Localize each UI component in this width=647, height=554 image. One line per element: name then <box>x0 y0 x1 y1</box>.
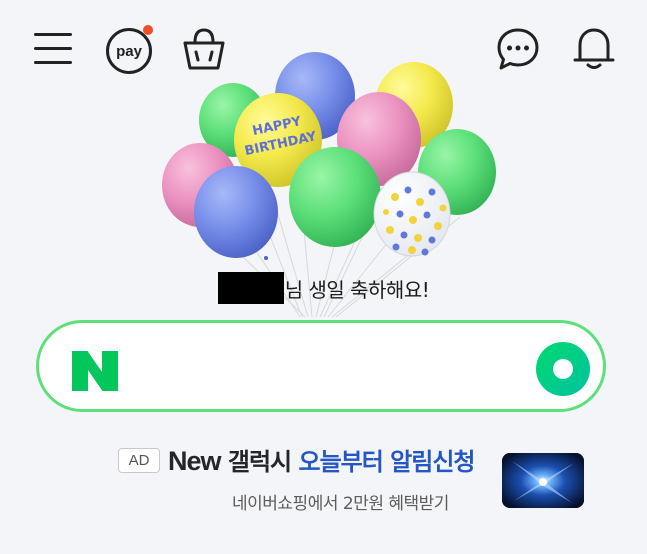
pay-icon[interactable]: pay <box>104 25 154 75</box>
pay-label: pay <box>116 43 143 60</box>
ad-brand: New <box>168 446 222 476</box>
balloon-blue <box>194 166 278 258</box>
notification-dot <box>143 25 153 35</box>
ad-product: 갤럭시 <box>227 448 292 476</box>
naver-n-logo-icon <box>72 351 118 391</box>
ad-headline[interactable]: New 갤럭시 오늘부터 알림신청 <box>168 442 476 477</box>
ad-thumbnail-image[interactable] <box>502 453 584 508</box>
ad-badge: AD <box>118 448 160 473</box>
birthday-message: 님 생일 축하해요! <box>0 272 647 304</box>
redacted-username <box>217 272 284 304</box>
bell-icon[interactable] <box>572 24 616 72</box>
hamburger-menu-icon[interactable] <box>34 30 72 66</box>
birthday-message-text: 님 생일 축하해요! <box>284 277 430 302</box>
search-input[interactable] <box>139 345 523 391</box>
ad-subtitle: 네이버쇼핑에서 2만원 혜택받기 <box>232 494 449 514</box>
green-dot-button-icon[interactable] <box>535 341 591 397</box>
balloon-green <box>289 147 381 247</box>
ad-headline-highlight: 오늘부터 알림신청 <box>298 448 476 476</box>
search-bar[interactable] <box>36 320 606 412</box>
